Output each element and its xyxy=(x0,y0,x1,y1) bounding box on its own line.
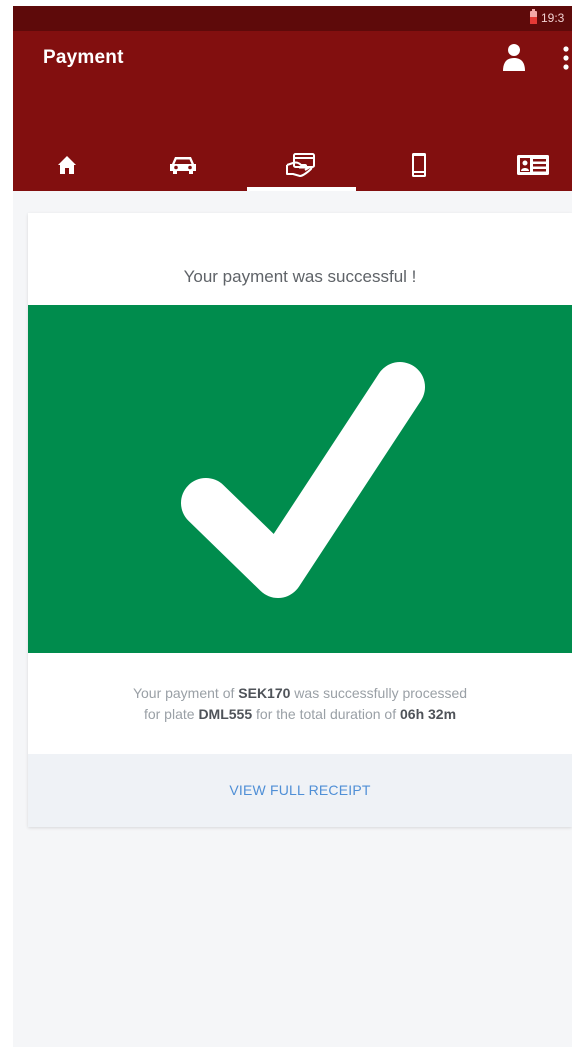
message-text: for the total duration of xyxy=(252,706,400,722)
parking-duration: 06h 32m xyxy=(400,706,457,722)
status-bar: 19:3 xyxy=(13,6,572,31)
tab-id-card[interactable] xyxy=(493,139,572,191)
message-text: for plate xyxy=(143,706,199,722)
app-bar: Payment xyxy=(13,31,572,191)
success-heading: Your payment was successful ! xyxy=(183,267,417,286)
tab-home[interactable] xyxy=(27,139,107,191)
message-text: was successfully processed xyxy=(290,685,468,701)
message-text: Your payment of xyxy=(132,685,239,701)
payment-amount: SEK170 xyxy=(238,685,291,701)
payment-result-card: Your payment was successful ! Your payme… xyxy=(28,213,572,827)
tab-payment[interactable] xyxy=(261,139,341,191)
phone-screen: 19:3 Payment Your payment was successful… xyxy=(13,6,572,1047)
plate-number: DML555 xyxy=(198,706,253,722)
success-panel xyxy=(28,305,572,653)
home-icon xyxy=(58,156,76,174)
phone-icon xyxy=(412,153,426,177)
tab-phone[interactable] xyxy=(379,139,459,191)
page-title: Payment xyxy=(43,47,124,68)
car-icon xyxy=(170,157,196,174)
tab-vehicle[interactable] xyxy=(143,139,223,191)
profile-icon[interactable] xyxy=(501,43,527,73)
payment-hand-card-icon xyxy=(286,153,315,177)
success-message: Your payment of SEK170 was successfully … xyxy=(28,683,572,725)
card-footer: VIEW FULL RECEIPT xyxy=(28,754,572,827)
status-time: 19:3 xyxy=(541,11,565,25)
id-card-icon xyxy=(517,155,549,175)
overflow-menu-icon[interactable] xyxy=(561,45,571,73)
checkmark-icon xyxy=(181,362,425,598)
battery-icon xyxy=(530,9,537,24)
view-full-receipt-button[interactable]: VIEW FULL RECEIPT xyxy=(28,782,572,798)
selected-tab-indicator xyxy=(247,187,356,191)
